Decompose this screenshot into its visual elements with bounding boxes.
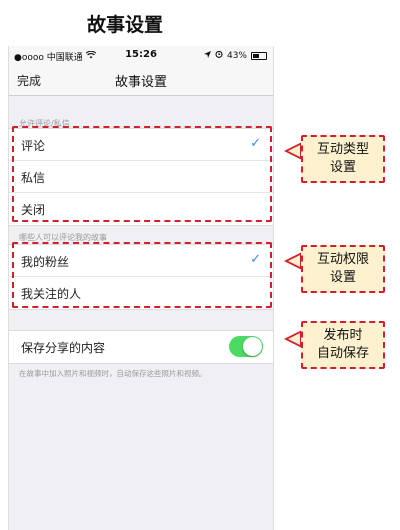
callout-line: 自动保存 [316,346,369,361]
save-footnote: 在故事中加入照片和视频时，自动保存这些照片和视频。 [19,369,207,378]
callout-arrow [284,142,302,160]
page-heading: 故事设置 [86,14,163,36]
save-shared-content-toggle[interactable] [229,336,263,357]
alarm-icon [215,50,223,61]
callout-line: 设置 [329,160,356,175]
battery-icon [251,51,267,60]
save-shared-content-row: 保存分享的内容 [9,331,273,363]
callout-line: 设置 [329,270,356,285]
nav-title: 故事设置 [114,75,167,90]
callout-arrow [284,330,302,348]
type-setting-callout: 互动类型 设置 [301,135,385,183]
save-shared-content-label: 保存分享的内容 [21,341,106,355]
location-icon [203,50,211,61]
battery-percent: 43% [226,50,247,61]
callout-line: 互动类型 [316,142,369,157]
callout-arrow [284,252,302,270]
nav-bar: 完成 故事设置 [9,64,273,96]
callout-line: 发布时 [323,328,363,343]
auto-save-callout: 发布时 自动保存 [301,321,385,369]
toggle-knob [243,337,262,356]
callout-line: 互动权限 [316,252,369,267]
interaction-options-highlight [12,126,272,222]
audience-options-highlight [12,242,272,308]
save-section: 保存分享的内容 [9,330,273,364]
status-bar: ●oooo 中国联通 15:26 43% [9,46,273,64]
permission-setting-callout: 互动权限 设置 [301,245,385,293]
